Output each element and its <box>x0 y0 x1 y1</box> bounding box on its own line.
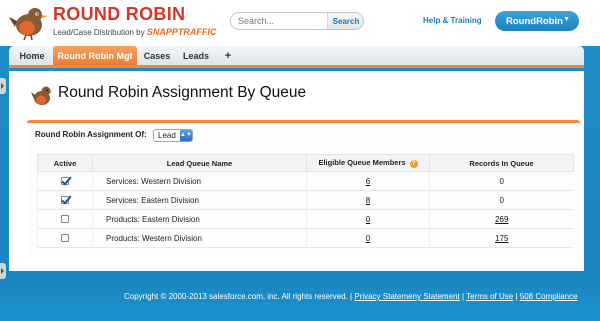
tab-home[interactable]: Home <box>13 46 51 65</box>
search-box: Search <box>230 12 364 30</box>
column-header-active: Active <box>37 154 93 172</box>
table-row: Products: Eastern Division 0 269 <box>37 209 574 229</box>
footer-separator: | <box>461 292 465 301</box>
main-panel: Round Robin Assignment By Queue Round Ro… <box>9 71 584 271</box>
assignment-block: Round Robin Assignment Of: Lead ▲▼ Activ… <box>27 120 580 256</box>
eligible-members-link[interactable]: 6 <box>366 177 370 186</box>
queue-name: Services: Eastern Division <box>92 190 307 210</box>
footer: Copyright © 2000-2013 salesforce.com, in… <box>0 292 600 301</box>
column-header-eligible-members-label: Eligible Queue Members <box>318 158 406 168</box>
queue-table: Active Lead Queue Name Eligible Queue Me… <box>37 154 574 248</box>
queue-name: Products: Eastern Division <box>92 209 307 229</box>
records-link[interactable]: 175 <box>495 234 508 243</box>
tab-add[interactable]: + <box>217 46 239 65</box>
active-checkbox[interactable] <box>61 234 69 243</box>
app-menu-label: RoundRobin <box>506 15 563 27</box>
active-checkbox[interactable] <box>61 177 69 186</box>
page-title: Round Robin Assignment By Queue <box>58 84 307 101</box>
active-checkbox[interactable] <box>61 215 69 224</box>
eligible-members-link[interactable]: 0 <box>366 234 370 243</box>
copyright-text: Copyright © 2000-2013 salesforce.com, in… <box>124 292 353 301</box>
select-arrows-icon: ▲▼ <box>180 130 192 141</box>
table-row: Services: Western Division 6 0 <box>37 171 574 191</box>
column-header-queue-name: Lead Queue Name <box>92 154 307 172</box>
app-menu-button[interactable]: RoundRobin ▼ <box>495 11 579 31</box>
chevron-down-icon: ▼ <box>563 16 570 23</box>
robin-bird-icon <box>31 86 53 105</box>
compliance-link[interactable]: 508 Compliance <box>520 292 578 301</box>
table-row: Services: Eastern Division 8 0 <box>37 190 574 210</box>
records-count: 0 <box>429 171 574 191</box>
queue-name: Services: Western Division <box>92 171 307 191</box>
sidebar-expand-handle-top[interactable] <box>0 78 6 94</box>
logo-brand: SNAPPTRAFFIC <box>146 27 217 37</box>
logo-subtitle-text: Lead/Case Distribution by <box>53 28 145 37</box>
app-logo[interactable]: ROUND ROBIN Lead/Case Distribution by SN… <box>9 3 216 41</box>
sidebar-expand-handle-bottom[interactable] <box>0 263 6 279</box>
filter-label: Round Robin Assignment Of: <box>35 130 147 139</box>
eligible-members-link[interactable]: 0 <box>366 215 370 224</box>
column-header-records: Records In Queue <box>429 154 574 172</box>
table-header-row: Active Lead Queue Name Eligible Queue Me… <box>37 154 574 172</box>
table-row: Products: Western Division 0 175 <box>37 228 574 248</box>
eligible-members-link[interactable]: 8 <box>366 196 370 205</box>
logo-subtitle: Lead/Case Distribution by SNAPPTRAFFIC <box>53 27 216 37</box>
tab-bar: Home Round Robin Mgt Cases Leads + <box>9 46 584 68</box>
tab-cases[interactable]: Cases <box>139 46 175 65</box>
column-header-eligible-members: Eligible Queue Members? <box>306 154 430 172</box>
footer-separator: | <box>515 292 518 301</box>
info-icon[interactable]: ? <box>409 159 418 168</box>
records-link[interactable]: 269 <box>495 215 508 224</box>
header: ROUND ROBIN Lead/Case Distribution by SN… <box>0 0 600 46</box>
records-count: 0 <box>429 190 574 210</box>
tab-leads[interactable]: Leads <box>177 46 215 65</box>
terms-link[interactable]: Terms of Use <box>466 292 513 301</box>
assignment-type-value: Lead <box>158 131 176 140</box>
assignment-type-select[interactable]: Lead ▲▼ <box>153 129 193 142</box>
active-checkbox[interactable] <box>61 196 69 205</box>
robin-bird-icon <box>9 8 48 41</box>
privacy-link[interactable]: Privacy Statemeny Statement <box>354 292 459 301</box>
queue-name: Products: Western Division <box>92 228 307 248</box>
search-input[interactable] <box>231 13 327 29</box>
logo-title: ROUND ROBIN <box>53 4 186 24</box>
search-button[interactable]: Search <box>327 13 363 29</box>
help-training-link[interactable]: Help & Training <box>423 16 482 25</box>
tab-round-robin-mgt[interactable]: Round Robin Mgt <box>53 46 137 65</box>
